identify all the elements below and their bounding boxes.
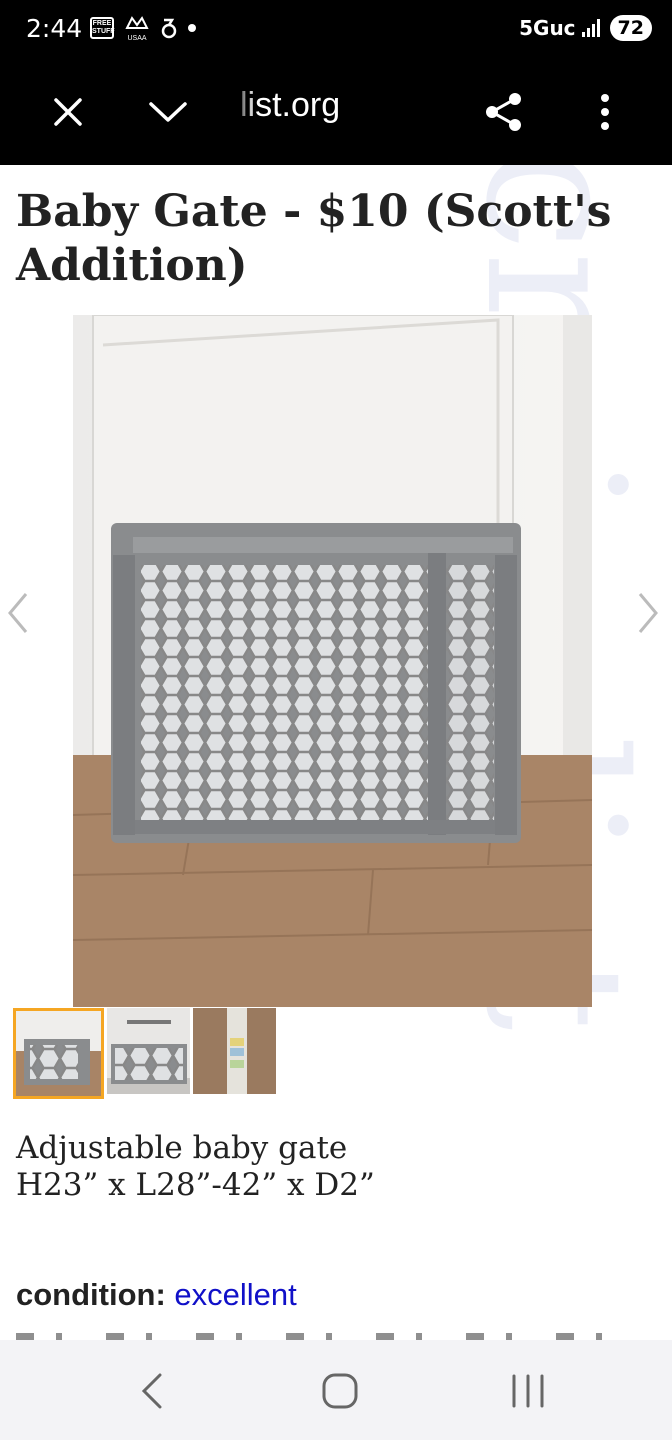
usaa-label: USAA — [127, 35, 147, 42]
share-button[interactable] — [476, 84, 532, 140]
thumbnail-strip — [13, 1008, 276, 1099]
free-badge-text: FREE — [92, 20, 112, 27]
next-image-button[interactable] — [630, 585, 666, 641]
collapse-button[interactable] — [140, 84, 196, 140]
back-icon — [141, 1373, 162, 1409]
chevron-right-icon — [638, 593, 658, 633]
condition-value-link[interactable]: excellent — [174, 1277, 296, 1312]
stuff-badge-text: STUFF — [92, 28, 115, 35]
baby-gate-photo — [73, 315, 592, 1007]
battery-level: 72 — [609, 15, 652, 41]
recents-button[interactable] — [498, 1366, 558, 1416]
more-vertical-icon — [601, 94, 609, 130]
free-stuff-app-icon: FREE STUFF — [90, 17, 115, 39]
post-body-line-1: Adjustable baby gate — [16, 1130, 348, 1166]
status-bar: 2:44 FREE STUFF USAA 5Guc 72 — [0, 0, 672, 62]
browser-toolbar: list.org — [0, 62, 672, 165]
close-button[interactable] — [40, 84, 96, 140]
post-body: Adjustable baby gate H23” x L28”-42” x D… — [16, 1130, 375, 1204]
more-notifications-dot-icon — [188, 24, 196, 32]
thumbnail-image — [16, 1011, 101, 1096]
condition-label: condition: — [16, 1277, 166, 1312]
recents-icon — [512, 1374, 544, 1408]
thumbnail-image — [107, 1008, 190, 1094]
signal-icon — [581, 19, 600, 37]
status-right: 5Guc 72 — [519, 15, 652, 41]
thumbnail-3[interactable] — [193, 1008, 276, 1094]
thumbnail-2[interactable] — [107, 1008, 190, 1094]
chevron-down-icon — [149, 102, 187, 122]
thumbnail-image — [193, 1008, 276, 1094]
back-button[interactable] — [122, 1366, 182, 1416]
system-navigation-bar — [0, 1340, 672, 1440]
cut-off-text-row — [16, 1327, 616, 1340]
condition-attribute: condition: excellent — [16, 1277, 297, 1313]
notification-icons: FREE STUFF USAA — [90, 16, 196, 42]
share-icon — [486, 93, 521, 131]
post-body-line-2: H23” x L28”-42” x D2” — [16, 1167, 375, 1203]
network-type: 5Guc — [519, 16, 576, 40]
page-content: craigslist Baby Gate - $10 (Scott's Addi… — [0, 165, 672, 1340]
thumbnail-1[interactable] — [13, 1008, 104, 1099]
close-icon — [54, 98, 82, 126]
post-title: Baby Gate - $10 (Scott's Addition) — [16, 186, 612, 291]
previous-image-button[interactable] — [0, 585, 36, 641]
url-fade — [230, 82, 256, 142]
home-icon — [322, 1373, 358, 1409]
more-options-button[interactable] — [577, 84, 633, 140]
chevron-left-icon — [8, 593, 28, 633]
status-time: 2:44 — [26, 14, 83, 43]
main-photo[interactable] — [73, 315, 592, 1007]
home-button[interactable] — [310, 1366, 370, 1416]
usaa-eagle-icon — [125, 16, 149, 29]
usaa-app-icon: USAA — [124, 16, 150, 42]
sync-icon — [161, 18, 177, 39]
